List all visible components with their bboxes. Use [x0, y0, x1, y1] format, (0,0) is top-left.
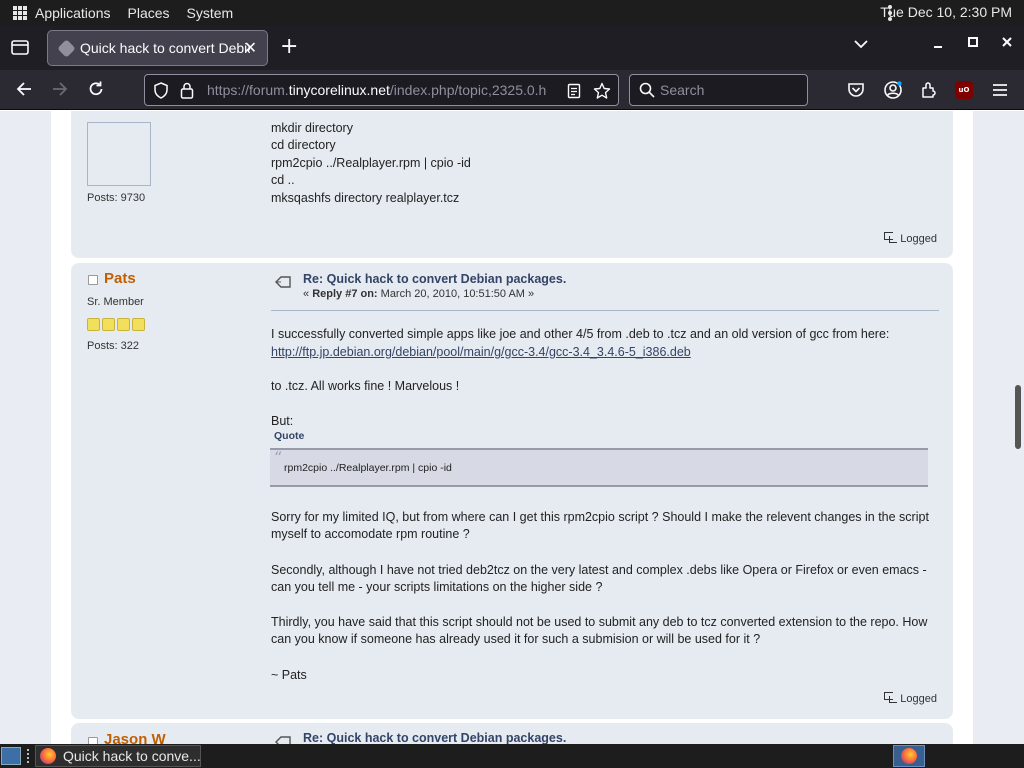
reload-button[interactable]	[87, 80, 105, 102]
quote-mark-icon: “	[274, 448, 283, 467]
post-next: Jason W Re: Quick hack to convert Debian…	[71, 723, 953, 744]
post-previous: Posts: 9730 mkdir directory cd directory…	[71, 111, 953, 258]
extensions-icon[interactable]	[919, 80, 939, 100]
apps-grid-icon[interactable]	[13, 6, 27, 20]
post-paragraph: Sorry for my limited IQ, but from where …	[271, 510, 929, 542]
firefox-icon	[40, 748, 56, 764]
tab-title: Quick hack to convert Debia	[80, 40, 250, 56]
posts-count: Posts: 9730	[87, 192, 146, 204]
code-line: mkdir directory	[271, 121, 353, 135]
topic-icon	[275, 276, 291, 288]
logged-indicator: Logged	[883, 231, 937, 245]
online-status-icon	[88, 275, 98, 285]
post-meta: « Reply #7 on: March 20, 2010, 10:51:50 …	[303, 288, 535, 300]
clock[interactable]: Tue Dec 10, 2:30 PM	[880, 4, 1012, 20]
quote-header[interactable]: Quote	[274, 430, 304, 442]
tab-favicon-icon	[57, 39, 76, 58]
forward-button[interactable]	[51, 80, 69, 102]
post-link-row: http://ftp.jp.debian.org/debian/pool/mai…	[271, 344, 941, 361]
post-paragraph: Thirdly, you have said that this script …	[271, 615, 928, 647]
tab-active[interactable]: Quick hack to convert Debia ✕	[47, 30, 268, 66]
places-menu[interactable]: Places	[128, 5, 170, 21]
ublock-icon[interactable]: uO	[955, 81, 973, 99]
close-window-button[interactable]	[1001, 35, 1013, 53]
menu-icon[interactable]	[990, 80, 1010, 100]
nav-bar: https://forum.tinycorelinux.net/index.ph…	[0, 70, 1024, 110]
code-line: mksqashfs directory realplayer.tcz	[271, 190, 460, 205]
url-bar[interactable]: https://forum.tinycorelinux.net/index.ph…	[144, 74, 619, 106]
poster-rank: Sr. Member	[87, 296, 144, 308]
taskbar-handle[interactable]	[27, 749, 31, 763]
quote-text: rpm2cpio ../Realplayer.rpm | cpio -id	[284, 462, 452, 474]
search-placeholder: Search	[660, 82, 705, 98]
quote-block: “ rpm2cpio ../Realplayer.rpm | cpio -id	[270, 448, 928, 487]
search-input[interactable]: Search	[629, 74, 808, 106]
page-viewport: Posts: 9730 mkdir directory cd directory…	[0, 111, 1024, 744]
search-icon	[639, 82, 655, 98]
rank-stars	[87, 318, 147, 331]
account-icon[interactable]	[883, 80, 903, 100]
code-line: rpm2cpio ../Realplayer.rpm | cpio -id	[271, 155, 471, 170]
minimize-button[interactable]	[932, 34, 944, 54]
url-text: https://forum.tinycorelinux.net/index.ph…	[207, 82, 547, 98]
post-paragraph: I successfully converted simple apps lik…	[271, 327, 890, 341]
topic-icon	[275, 736, 291, 744]
maximize-button[interactable]	[967, 35, 979, 53]
post-paragraph: But:	[271, 414, 294, 428]
tab-close-icon[interactable]: ✕	[244, 38, 257, 58]
applications-menu[interactable]: Applications	[35, 5, 111, 21]
bookmark-star-icon[interactable]	[593, 82, 611, 100]
lock-icon[interactable]	[180, 82, 194, 99]
poster-name[interactable]: Pats	[104, 270, 136, 287]
avatar[interactable]	[87, 122, 151, 186]
logged-indicator: Logged	[883, 691, 937, 705]
post-divider	[271, 310, 939, 311]
back-button[interactable]	[15, 80, 33, 102]
reader-view-icon[interactable]	[567, 83, 581, 99]
scrollbar-thumb[interactable]	[1015, 385, 1021, 449]
show-desktop-button[interactable]	[1, 747, 21, 765]
star-icon	[132, 318, 145, 331]
workspace-switcher[interactable]	[893, 745, 925, 767]
post-subject-link[interactable]: Re: Quick hack to convert Debian package…	[303, 731, 566, 744]
top-panel: Applications Places System Tue Dec 10, 2…	[0, 0, 1024, 26]
logged-ip-icon	[883, 231, 898, 243]
poster-name[interactable]: Jason W	[104, 731, 166, 744]
shield-icon[interactable]	[153, 82, 169, 99]
post-signature: ~ Pats	[271, 668, 307, 682]
deb-link[interactable]: http://ftp.jp.debian.org/debian/pool/mai…	[271, 345, 691, 359]
post-reply-7: Pats Sr. Member Posts: 322 Re: Quick hac…	[71, 263, 953, 719]
firefox-view-icon[interactable]	[10, 38, 30, 56]
star-icon	[87, 318, 100, 331]
star-icon	[117, 318, 130, 331]
posts-count: Posts: 322	[87, 340, 139, 352]
taskbar: Quick hack to conve...	[0, 744, 1024, 768]
list-all-tabs-icon[interactable]	[853, 36, 869, 54]
star-icon	[102, 318, 115, 331]
taskbar-window-label: Quick hack to conve...	[63, 748, 201, 764]
code-line: cd directory	[271, 138, 336, 153]
logged-ip-icon	[883, 691, 898, 703]
online-status-icon	[88, 737, 98, 744]
post-paragraph: Secondly, although I have not tried deb2…	[271, 563, 927, 595]
system-menu[interactable]: System	[187, 5, 234, 21]
code-line: cd ..	[271, 173, 295, 188]
taskbar-firefox-window[interactable]: Quick hack to conve...	[35, 745, 201, 767]
firefox-icon	[901, 748, 917, 764]
post-paragraph: to .tcz. All works fine ! Marvelous !	[271, 379, 460, 393]
tab-strip: Quick hack to convert Debia ✕ +	[0, 26, 1024, 70]
post-subject-link[interactable]: Re: Quick hack to convert Debian package…	[303, 272, 566, 286]
post-body: mkdir directory cd directory rpm2cpio ..…	[271, 120, 471, 207]
new-tab-button[interactable]: +	[280, 34, 298, 59]
pocket-icon[interactable]	[846, 80, 866, 100]
